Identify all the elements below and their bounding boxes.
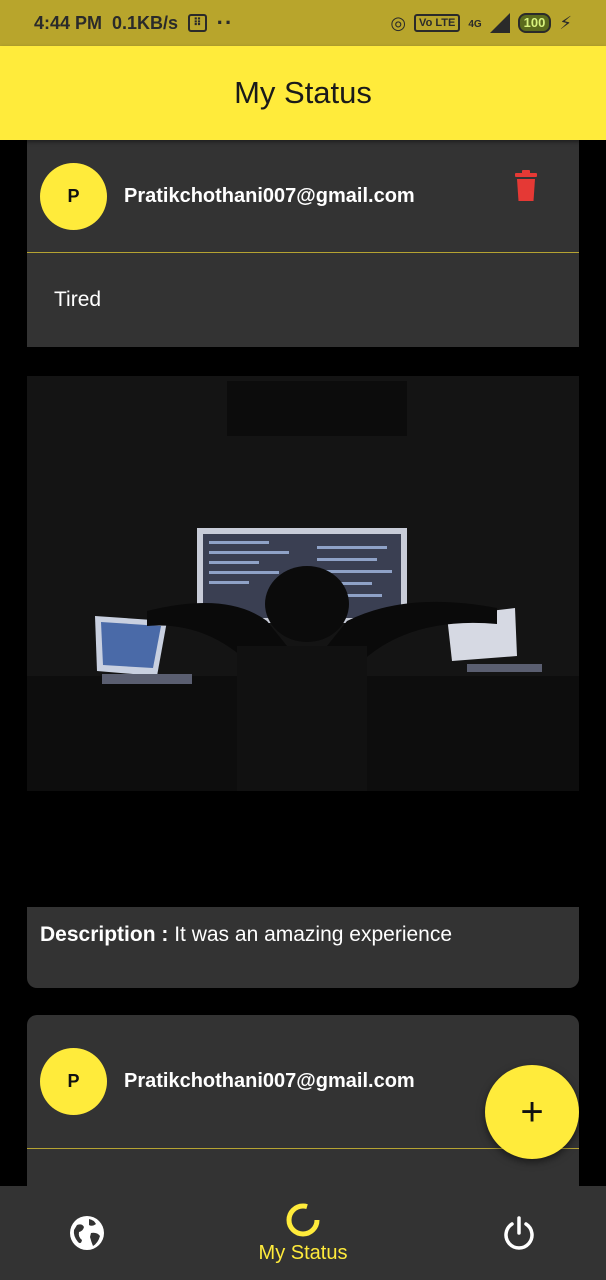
- bottom-navigation: My Status: [0, 1186, 606, 1280]
- avatar: P: [40, 1048, 107, 1115]
- charging-icon: ⚡: [559, 12, 572, 33]
- add-status-button[interactable]: +: [485, 1065, 579, 1159]
- delete-icon[interactable]: [513, 170, 539, 202]
- clock: 4:44 PM: [34, 12, 103, 33]
- card-header: P Pratikchothani007@gmail.com: [27, 140, 579, 253]
- signal-icon: [489, 13, 510, 33]
- plus-icon: +: [520, 1089, 544, 1134]
- battery-indicator: 100: [517, 13, 552, 33]
- status-image: [27, 376, 579, 791]
- status-text: Tired: [54, 288, 102, 311]
- avatar: P: [40, 162, 107, 230]
- author-email: Pratikchothani007@gmail.com: [124, 184, 415, 207]
- globe-icon: [70, 1216, 104, 1250]
- description-label: Description :: [40, 923, 169, 946]
- author-email: Pratikchothani007@gmail.com: [124, 1070, 415, 1092]
- nav-item-logout[interactable]: [494, 1186, 544, 1280]
- hotspot-icon: ◎: [390, 12, 407, 33]
- status-card: P Pratikchothani007@gmail.com Tired: [27, 140, 579, 347]
- description-text: It was an amazing experience: [174, 923, 453, 946]
- network-speed: 0.1KB/s: [112, 12, 179, 33]
- volte-badge: Vo LTE: [414, 14, 461, 32]
- nav-label-my-status: My Status: [258, 1241, 348, 1264]
- power-icon: [504, 1216, 534, 1250]
- nav-item-my-status[interactable]: My Status: [240, 1186, 366, 1280]
- system-status-bar: 4:44 PM 0.1KB/s ⠿ ·· ◎ Vo LTE 4G 100 ⚡: [0, 0, 606, 46]
- notification-icon: ⠿: [188, 14, 207, 32]
- circle-progress-icon: [286, 1203, 320, 1236]
- app-bar: My Status: [0, 46, 606, 140]
- page-title: My Status: [234, 75, 372, 110]
- nav-item-explore[interactable]: [62, 1186, 112, 1280]
- description-panel: Description : It was an amazing experien…: [27, 907, 579, 988]
- photo-illustration: [27, 376, 579, 791]
- network-type: 4G: [468, 18, 482, 30]
- more-notifications-icon: ··: [216, 10, 234, 35]
